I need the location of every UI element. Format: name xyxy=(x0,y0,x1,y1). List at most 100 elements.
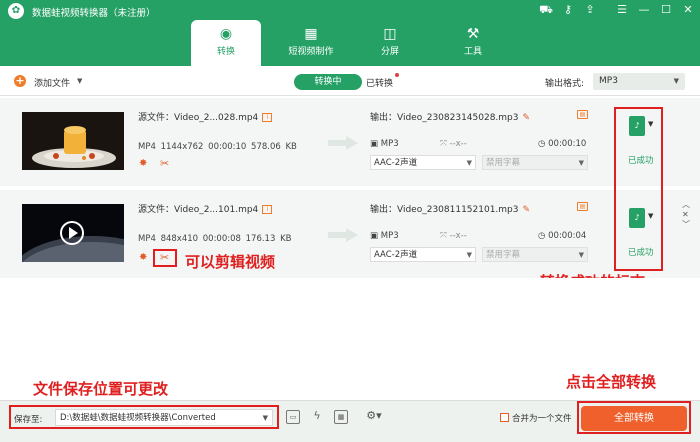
edit-info-icon[interactable]: ▤ xyxy=(577,202,588,211)
save-path-highlight-box xyxy=(9,405,279,429)
effects-wand-icon[interactable]: ✸ xyxy=(139,158,147,169)
video-thumbnail-1[interactable] xyxy=(22,112,124,170)
subtitle-value: 禁用字幕 xyxy=(486,158,521,168)
film-icon: ▦ xyxy=(304,26,318,42)
source-file-label: 源文件：Video_2...101.mp4 i xyxy=(138,202,273,215)
audio-track-value: AAC-2声道 xyxy=(374,158,418,168)
output-dimension-text: --x-- xyxy=(449,231,467,241)
output-file-label: 输出：Video_230823145028.mp3 ✎ xyxy=(370,110,530,123)
tab-tools[interactable]: ⚒ 工具 xyxy=(438,20,508,66)
tab-split-screen[interactable]: ◫ 分屏 xyxy=(355,20,425,66)
menu-icon[interactable]: ☰ xyxy=(614,3,630,16)
chevron-down-icon: ▼ xyxy=(466,159,472,167)
output-dimension-text: --x-- xyxy=(449,139,467,149)
add-file-button[interactable]: 添加文件 xyxy=(34,76,70,89)
chevron-down-icon: ▼ xyxy=(673,77,679,85)
output-format-text: MP3 xyxy=(380,231,399,241)
output-format-value: MP3 xyxy=(599,76,618,86)
row-divider xyxy=(10,186,690,187)
settings-gear-icon[interactable]: ⚙▾ xyxy=(362,410,386,424)
cart-icon[interactable]: ⛟ xyxy=(538,3,554,18)
success-highlight-box xyxy=(614,107,663,271)
new-badge-dot xyxy=(395,73,399,77)
title-bar: ✿ 数据蛙视频转换器（未注册） ⛟ ⚷ ⇪ ☰ — ☐ ✕ ◉ 转换 ▦ 短视频… xyxy=(0,0,700,66)
chevron-down-icon: ▼ xyxy=(466,251,472,259)
output-dimension: ⤧ --x-- xyxy=(440,231,467,241)
effects-wand-icon[interactable]: ✸ xyxy=(139,252,147,263)
key-icon[interactable]: ⚷ xyxy=(560,3,576,16)
merge-checkbox[interactable] xyxy=(500,413,509,422)
file-row-2: 源文件：Video_2...101.mp4 i MP4 848x410 00:00… xyxy=(0,190,700,278)
pencil-icon[interactable]: ✎ xyxy=(523,113,531,123)
remove-icon[interactable]: ✕ xyxy=(682,210,690,220)
tab-convert-label: 转换 xyxy=(216,47,235,57)
source-meta: MP4 1144x762 00:00:10 578.06 KB xyxy=(138,142,297,152)
add-file-chevron-down-icon[interactable]: ▼ xyxy=(77,77,82,85)
tab-short-video-label: 短视频制作 xyxy=(288,47,334,57)
edit-info-icon[interactable]: ▤ xyxy=(577,110,588,119)
tab-convert[interactable]: ◉ 转换 xyxy=(191,20,261,66)
audio-track-select[interactable]: AAC-2声道 ▼ xyxy=(370,247,476,262)
source-meta: MP4 848x410 00:00:08 176.13 KB xyxy=(138,234,292,244)
audio-track-value: AAC-2声道 xyxy=(374,250,418,260)
chevron-down-icon: ▼ xyxy=(578,159,584,167)
source-file-label: 源文件：Video_2...028.mp4 i xyxy=(138,110,273,123)
move-down-icon[interactable]: ﹀ xyxy=(682,220,690,230)
source-file-name: 源文件：Video_2...101.mp4 xyxy=(138,205,259,215)
output-file-name: 输出：Video_230823145028.mp3 xyxy=(370,113,519,123)
toolbox-icon: ⚒ xyxy=(466,26,480,42)
converted-tab[interactable]: 已转换 xyxy=(366,76,393,89)
add-file-icon[interactable]: + xyxy=(14,75,26,87)
tab-short-video[interactable]: ▦ 短视频制作 xyxy=(276,20,346,66)
output-format-info: ▣ MP3 xyxy=(370,231,399,241)
app-logo-icon: ✿ xyxy=(8,3,24,19)
toolbar: + 添加文件 ▼ 转换中 已转换 输出格式: MP3 ▼ xyxy=(0,66,700,96)
output-duration: ◷ 00:00:04 xyxy=(538,231,587,241)
annotation-save-location: 文件保存位置可更改 xyxy=(33,380,169,398)
scissors-icon[interactable]: ✂ xyxy=(160,157,169,170)
arrow-right-icon xyxy=(328,136,358,150)
convert-icon: ◉ xyxy=(219,26,233,42)
reorder-arrows[interactable]: ︿ ✕ ﹀ xyxy=(682,200,690,230)
output-format-select[interactable]: MP3 ▼ xyxy=(593,73,685,90)
tab-split-screen-label: 分屏 xyxy=(380,47,399,57)
output-duration-text: 00:00:10 xyxy=(548,139,587,149)
output-format-info: ▣ MP3 xyxy=(370,139,399,149)
subtitle-select[interactable]: 禁用字幕 ▼ xyxy=(482,247,588,262)
annotation-convert-all: 点击全部转换 xyxy=(566,373,657,391)
output-format-text: MP3 xyxy=(380,139,399,149)
output-duration-text: 00:00:04 xyxy=(548,231,587,241)
maximize-icon[interactable]: ☐ xyxy=(658,3,674,16)
tab-tools-label: 工具 xyxy=(463,47,482,57)
video-thumbnail-2[interactable] xyxy=(22,204,124,262)
annotation-edit-video: 可以剪辑视频 xyxy=(185,253,276,271)
output-file-name: 输出：Video_230811152101.mp3 xyxy=(370,205,519,215)
output-duration: ◷ 00:00:10 xyxy=(538,139,587,149)
arrow-right-icon xyxy=(328,228,358,242)
output-file-label: 输出：Video_230811152101.mp3 ✎ xyxy=(370,202,530,215)
gpu-accel-icon[interactable]: ▦ xyxy=(334,410,348,424)
convert-all-highlight-box xyxy=(577,401,691,434)
info-icon[interactable]: i xyxy=(262,113,273,122)
merge-label[interactable]: 合并为一个文件 xyxy=(512,412,572,424)
close-icon[interactable]: ✕ xyxy=(680,3,696,16)
pencil-icon[interactable]: ✎ xyxy=(523,205,531,215)
minimize-icon[interactable]: — xyxy=(636,3,652,16)
info-icon[interactable]: i xyxy=(262,205,273,214)
source-file-name: 源文件：Video_2...028.mp4 xyxy=(138,113,259,123)
app-title: 数据蛙视频转换器（未注册） xyxy=(32,8,156,19)
hardware-accel-icon[interactable]: ϟ xyxy=(310,410,324,424)
output-dimension: ⤧ --x-- xyxy=(440,139,467,149)
move-up-icon[interactable]: ︿ xyxy=(682,200,690,210)
converting-tab[interactable]: 转换中 xyxy=(294,74,362,90)
file-row-1: 源文件：Video_2...028.mp4 i MP4 1144x762 00:0… xyxy=(0,98,700,186)
cut-highlight-box xyxy=(153,249,177,267)
output-format-label: 输出格式: xyxy=(545,79,585,89)
chevron-down-icon: ▼ xyxy=(578,251,584,259)
split-screen-icon: ◫ xyxy=(383,26,397,42)
open-folder-icon[interactable]: ▭ xyxy=(286,410,300,424)
audio-track-select[interactable]: AAC-2声道 ▼ xyxy=(370,155,476,170)
subtitle-value: 禁用字幕 xyxy=(486,250,521,260)
share-icon[interactable]: ⇪ xyxy=(582,3,598,16)
subtitle-select[interactable]: 禁用字幕 ▼ xyxy=(482,155,588,170)
